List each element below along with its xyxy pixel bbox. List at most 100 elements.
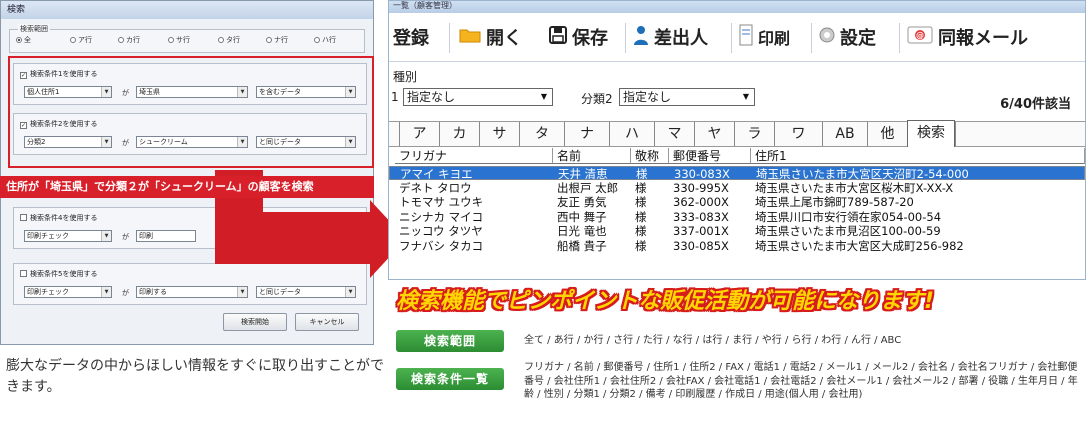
save-button[interactable]: 保存 <box>549 17 608 57</box>
type-select[interactable]: 指定なし ▼ <box>403 88 553 106</box>
column-header-postal-code[interactable]: 郵便番号 <box>669 148 751 164</box>
radio-sa[interactable]: サ行 <box>168 35 190 45</box>
condition5-match-select[interactable]: と同じデータ ▼ <box>256 286 356 298</box>
table-cell: トモマサ ユウキ <box>399 195 484 209</box>
table-row[interactable]: アマイ キヨエ 天井 清恵 様 330-083X 埼玉県さいたま市大宮区天沼町2-54-… <box>389 166 1085 180</box>
chevron-down-icon: ▼ <box>345 287 355 297</box>
tab-ab[interactable]: AB <box>822 122 867 146</box>
table-row[interactable]: ニッコウ タツヤ 日光 竜也 様 337-001X 埼玉県さいたま市見沼区100-00-… <box>389 224 1085 238</box>
table-cell: 埼玉県川口市安行領在家054-00-54 <box>755 209 942 224</box>
tab-ya[interactable]: ヤ <box>694 122 734 146</box>
toolbar-divider <box>625 23 626 53</box>
headline: 検索機能でピンポイントな販促活動が可能になります! <box>396 289 935 314</box>
search-conditions-text: フリガナ / 名前 / 郵便番号 / 住所1 / 住所2 / FAX / 電話1… <box>524 362 1078 400</box>
tab-sa[interactable]: サ <box>479 122 519 146</box>
tab-ma[interactable]: マ <box>654 122 694 146</box>
arrow-body <box>215 212 372 264</box>
table-cell: 330-085X <box>673 238 729 253</box>
cancel-button[interactable]: キャンセル <box>295 313 359 331</box>
stage: 検索 検索範囲 全 ア行 カ行 サ行 タ行 ナ行 ハ行 ✓ 検索条件1を使用する … <box>0 0 1086 421</box>
search-dialog: 検索 検索範囲 全 ア行 カ行 サ行 タ行 ナ行 ハ行 ✓ 検索条件1を使用する … <box>0 0 374 345</box>
condition5-group: 検索条件5を使用する 印刷チェック ▼ が 印刷する ▼ と同じデータ ▼ <box>13 263 367 305</box>
search-range-title: 検索範囲 <box>18 24 50 34</box>
radio-ka[interactable]: カ行 <box>118 35 140 45</box>
table-cell: アマイ キヨエ <box>400 167 473 180</box>
tab-ha[interactable]: ハ <box>609 122 654 146</box>
sender-button[interactable]: 差出人 <box>633 17 708 57</box>
condition5-value-select[interactable]: 印刷する ▼ <box>136 286 248 298</box>
condition4-checkbox[interactable]: 検索条件4を使用する <box>20 213 97 223</box>
customer-list-window: 一覧（顧客管理） 登録 開く 保存 差出人 印刷 設定 @ 同報メール 種別 1 … <box>388 0 1086 280</box>
filter-area: 種別 1 指定なし ▼ 分類2 指定なし ▼ <box>389 61 1085 121</box>
open-button[interactable]: 開く <box>459 17 522 57</box>
table-cell: ニッコウ タツヤ <box>399 224 483 238</box>
radio-all[interactable]: 全 <box>16 35 31 45</box>
table-cell: 様 <box>635 209 647 224</box>
dialog-title: 検索 <box>1 1 373 19</box>
table-row[interactable]: フナバシ タカコ 船橋 貴子 様 330-085X 埼玉県さいたま市大宮区大成町256-… <box>389 239 1085 253</box>
column-header-name[interactable]: 名前 <box>553 148 631 164</box>
window-title: 一覧（顧客管理） <box>389 1 1085 13</box>
tab-ta[interactable]: タ <box>519 122 564 146</box>
tab-wa[interactable]: ワ <box>774 122 822 146</box>
toolbar-divider <box>449 23 450 53</box>
table-cell: 日光 竜也 <box>557 224 607 238</box>
condition4-field-select[interactable]: 印刷チェック ▼ <box>24 230 112 242</box>
column-header-address1[interactable]: 住所1 <box>751 148 1085 164</box>
kana-tabs: ア カ サ タ ナ ハ マ ヤ ラ ワ AB 他 検索 <box>389 120 1085 147</box>
table-cell: 天井 清恵 <box>558 167 608 180</box>
tab-search[interactable]: 検索 <box>907 120 955 147</box>
print-button[interactable]: 印刷 <box>739 17 790 57</box>
register-button[interactable]: 登録 <box>393 17 429 57</box>
settings-button[interactable]: 設定 <box>819 17 876 57</box>
highlight-frame <box>8 56 374 168</box>
chevron-down-icon: ▼ <box>540 92 548 101</box>
chevron-down-icon: ▼ <box>101 287 111 297</box>
table-cell: 出根戸 太郎 <box>557 180 619 195</box>
tab-na[interactable]: ナ <box>564 122 609 146</box>
condition4-ga: が <box>122 233 129 241</box>
table-cell: ニシナカ マイコ <box>399 209 484 224</box>
condition5-field-select[interactable]: 印刷チェック ▼ <box>24 286 112 298</box>
chevron-down-icon: ▼ <box>237 287 247 297</box>
search-range-group: 検索範囲 全 ア行 カ行 サ行 タ行 ナ行 ハ行 <box>9 24 365 53</box>
type-prefix: 1 <box>391 90 399 104</box>
table-cell: 船橋 貴子 <box>557 238 607 253</box>
chevron-down-icon: ▼ <box>101 231 111 241</box>
table-cell: 埼玉県上尾市錦町789-587-20 <box>755 195 914 209</box>
tab-ra[interactable]: ラ <box>734 122 774 146</box>
radio-na[interactable]: ナ行 <box>266 35 288 45</box>
table-cell: 330-995X <box>673 180 729 195</box>
column-header-furigana[interactable]: フリガナ <box>395 148 553 164</box>
column-header-honorific[interactable]: 敬称 <box>631 148 669 164</box>
condition4-value-select[interactable]: 印刷 <box>136 230 196 242</box>
chevron-down-icon: ▼ <box>742 92 750 101</box>
table-cell: 333-083X <box>673 209 729 224</box>
table-row[interactable]: トモマサ ユウキ 友正 勇気 様 362-000X 埼玉県上尾市錦町789-587-20 <box>389 195 1085 209</box>
tab-a[interactable]: ア <box>399 122 439 146</box>
table-cell: フナバシ タカコ <box>399 238 484 253</box>
type-label: 種別 <box>393 70 418 84</box>
radio-a[interactable]: ア行 <box>70 35 92 45</box>
left-caption: 膨大なデータの中からほしい情報をすぐに取り出すことができます。 <box>6 358 384 395</box>
tab-other[interactable]: 他 <box>867 122 907 146</box>
customer-table: フリガナ 名前 敬称 郵便番号 住所1 アマイ キヨエ 天井 清恵様 330-083… <box>389 148 1085 268</box>
tab-divider <box>955 122 956 146</box>
tab-ka[interactable]: カ <box>439 122 479 146</box>
search-range-pill: 検索範囲 <box>396 330 504 352</box>
table-row[interactable]: ニシナカ マイコ 西中 舞子 様 333-083X 埼玉県川口市安行領在家054-00-… <box>389 210 1085 224</box>
category2-select[interactable]: 指定なし ▼ <box>619 88 755 106</box>
toolbar-divider <box>811 23 812 53</box>
radio-ha[interactable]: ハ行 <box>314 35 336 45</box>
condition5-checkbox[interactable]: 検索条件5を使用する <box>20 269 97 279</box>
table-cell: 337-001X <box>673 224 729 238</box>
table-cell: 埼玉県さいたま市大宮区天沼町2-54-000 <box>756 167 969 180</box>
broadcast-mail-button[interactable]: @ 同報メール <box>907 17 1028 57</box>
radio-ta[interactable]: タ行 <box>218 35 240 45</box>
table-row[interactable]: デネト タロウ 出根戸 太郎 様 330-995X 埼玉県さいたま市大宮区桜木町X-XX… <box>389 181 1085 195</box>
search-range-text: 全て / あ行 / か行 / さ行 / た行 / な行 / は行 / ま行 / … <box>524 335 902 346</box>
table-cell: 埼玉県さいたま市見沼区100-00-59 <box>755 224 941 238</box>
result-count: 6/40件該当 <box>1000 97 1071 112</box>
search-start-button[interactable]: 検索開始 <box>223 313 287 331</box>
folder-icon <box>459 27 481 48</box>
